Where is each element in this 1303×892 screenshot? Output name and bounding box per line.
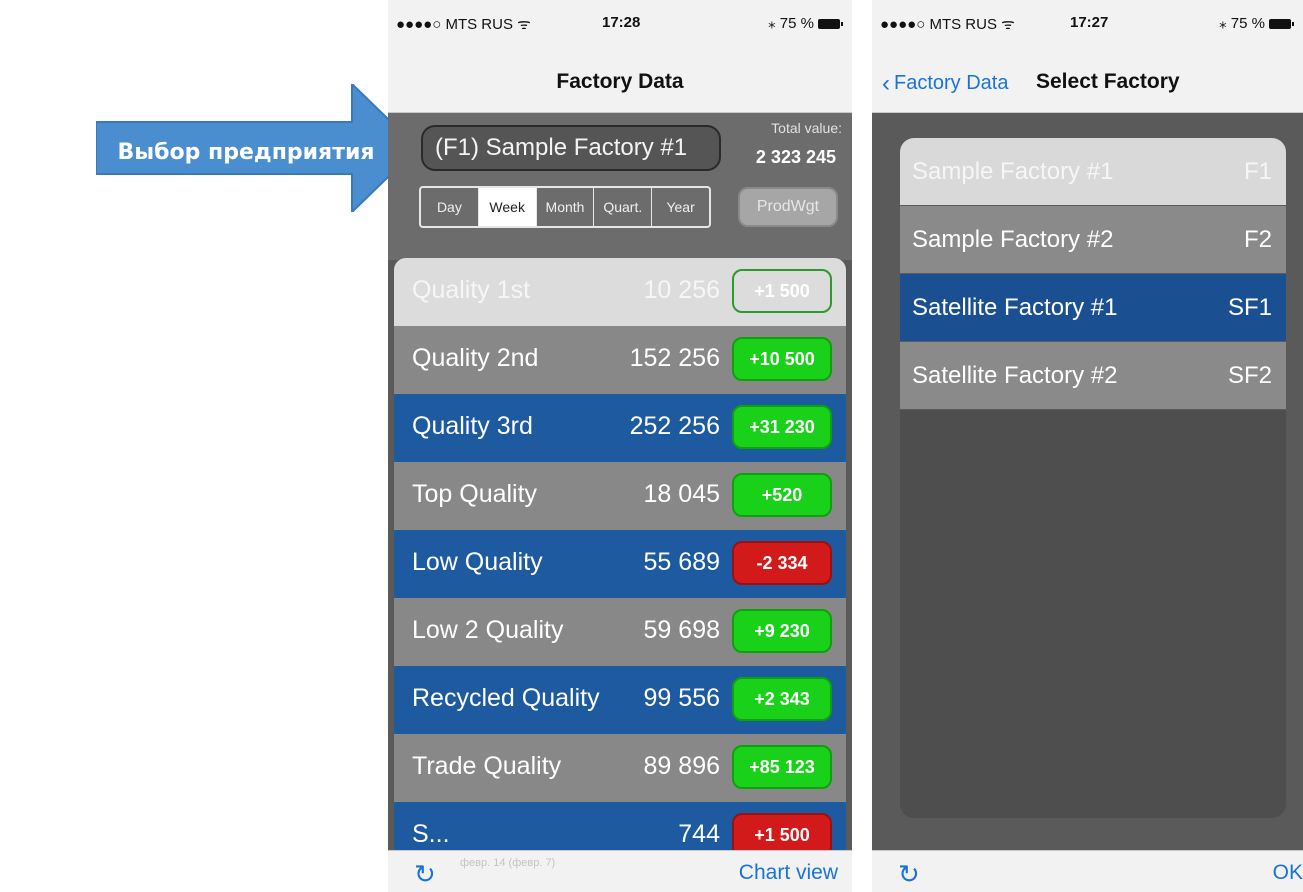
quality-value: 59 698 [643, 616, 720, 644]
factory-list: Sample Factory #1 F1 Sample Factory #2 F2 Sa… [900, 138, 1286, 818]
quality-name: Trade Quality [412, 752, 562, 780]
quality-row[interactable]: S... 744 +1 500 [394, 802, 846, 850]
quality-row[interactable]: Top Quality 18 045 +520 [394, 462, 846, 530]
callout-text: Выбор предприятия [117, 140, 375, 165]
page-title: Select Factory [1036, 70, 1180, 93]
factory-code: SF1 [1227, 294, 1272, 321]
quality-row[interactable]: Trade Quality 89 896 +85 123 [394, 734, 846, 802]
bottom-toolbar: ↻ февр. 14 (февр. 7) Chart view [388, 850, 852, 892]
battery-indicator: ⁎ 75 % [1219, 14, 1294, 32]
factory-name: Satellite Factory #2 [912, 362, 1118, 389]
delta-badge: +31 230 [732, 405, 832, 449]
factory-option[interactable]: Satellite Factory #1 SF1 [900, 274, 1286, 342]
quality-row[interactable]: Low 2 Quality 59 698 +9 230 [394, 598, 846, 666]
bottom-toolbar: ↻ OK [872, 850, 1303, 892]
refresh-icon[interactable]: ↻ [898, 859, 920, 890]
quality-value: 152 256 [629, 344, 720, 372]
battery-indicator: ⁎ 75 % [768, 14, 843, 32]
period-label: февр. 14 (февр. 7) [460, 857, 556, 869]
quality-row[interactable]: Recycled Quality 99 556 +2 343 [394, 666, 846, 734]
tab-day[interactable]: Day [421, 188, 479, 226]
carrier-label: ●●●●○ MTS RUS ᯤ [880, 16, 1015, 33]
quality-value: 10 256 [643, 276, 720, 304]
delta-badge: +1 500 [732, 269, 832, 313]
status-bar: ●●●●○ MTS RUS ᯤ 17:28 ⁎ 75 % [388, 0, 852, 40]
period-segmented-control: Day Week Month Quart. Year [419, 186, 711, 228]
tab-month[interactable]: Month [537, 188, 595, 226]
quality-name: Top Quality [412, 480, 538, 508]
quality-name: Quality 1st [412, 276, 531, 304]
tab-year[interactable]: Year [652, 188, 709, 226]
refresh-icon[interactable]: ↻ [414, 859, 436, 890]
chevron-left-icon: ‹ [882, 70, 890, 97]
quality-name: Low Quality [412, 548, 543, 576]
delta-badge: -2 334 [732, 541, 832, 585]
factory-option[interactable]: Sample Factory #2 F2 [900, 206, 1286, 274]
factory-code: F1 [1243, 158, 1272, 185]
quality-value: 744 [678, 820, 720, 848]
quality-name: Quality 2nd [412, 344, 539, 372]
nav-bar: ‹ Factory Data Select Factory [872, 40, 1303, 113]
page-title: Factory Data [556, 70, 684, 93]
tab-quarter[interactable]: Quart. [594, 188, 653, 226]
quality-row[interactable]: Quality 3rd 252 256 +31 230 [394, 394, 846, 462]
battery-label: ⁎ 75 % [768, 15, 814, 32]
carrier-label: ●●●●○ MTS RUS ᯤ [396, 16, 531, 33]
delta-badge: +85 123 [732, 745, 832, 789]
factory-data-screen: ●●●●○ MTS RUS ᯤ 17:28 ⁎ 75 % Factory Dat… [388, 0, 852, 892]
battery-label: ⁎ 75 % [1219, 15, 1265, 32]
quality-row[interactable]: Quality 2nd 152 256 +10 500 [394, 326, 846, 394]
battery-icon [818, 19, 843, 30]
factory-selector[interactable]: (F1) Sample Factory #1 [421, 125, 721, 171]
quality-value: 252 256 [629, 412, 720, 440]
factory-option[interactable]: Sample Factory #1 F1 [900, 138, 1286, 206]
prodwgt-button[interactable]: ProdWgt [738, 187, 838, 227]
delta-badge: +9 230 [732, 609, 832, 653]
clock: 17:27 [1070, 14, 1109, 31]
factory-code: F2 [1243, 226, 1272, 253]
quality-row[interactable]: Quality 1st 10 256 +1 500 [394, 258, 846, 326]
total-value-label: Total value: [771, 120, 842, 136]
factory-code: SF2 [1227, 362, 1272, 389]
tab-week[interactable]: Week [478, 188, 537, 226]
controls-panel: (F1) Sample Factory #1 Total value: 2 32… [388, 113, 852, 260]
delta-badge: +520 [732, 473, 832, 517]
select-factory-screen: ●●●●○ MTS RUS ᯤ 17:27 ⁎ 75 % ‹ Factory Da… [872, 0, 1303, 892]
delta-badge: +1 500 [732, 813, 832, 850]
battery-icon [1269, 19, 1294, 30]
quality-name: S... [412, 820, 450, 848]
quality-value: 89 896 [643, 752, 720, 780]
ok-button[interactable]: OK [1273, 861, 1303, 885]
delta-badge: +2 343 [732, 677, 832, 721]
nav-bar: Factory Data [388, 40, 852, 113]
chart-view-button[interactable]: Chart view [739, 861, 838, 885]
status-bar: ●●●●○ MTS RUS ᯤ 17:27 ⁎ 75 % [872, 0, 1303, 40]
quality-name: Quality 3rd [412, 412, 533, 440]
quality-name: Low 2 Quality [412, 616, 564, 644]
quality-name: Recycled Quality [412, 684, 600, 712]
back-button[interactable]: ‹ Factory Data [882, 70, 1008, 98]
factory-selection-callout: Выбор предприятия [96, 84, 418, 212]
clock: 17:28 [602, 14, 641, 31]
quality-value: 18 045 [643, 480, 720, 508]
quality-value: 99 556 [643, 684, 720, 712]
back-label: Factory Data [894, 72, 1009, 94]
factory-name: Sample Factory #1 [912, 158, 1114, 185]
total-value: 2 323 245 [755, 147, 836, 167]
quality-value: 55 689 [643, 548, 720, 576]
factory-name: Satellite Factory #1 [912, 294, 1118, 321]
factory-name: Sample Factory #2 [912, 226, 1114, 253]
factory-option[interactable]: Satellite Factory #2 SF2 [900, 342, 1286, 410]
delta-badge: +10 500 [732, 337, 832, 381]
quality-list: Quality 1st 10 256 +1 500 Quality 2nd 152 25… [394, 258, 846, 850]
quality-row[interactable]: Low Quality 55 689 -2 334 [394, 530, 846, 598]
